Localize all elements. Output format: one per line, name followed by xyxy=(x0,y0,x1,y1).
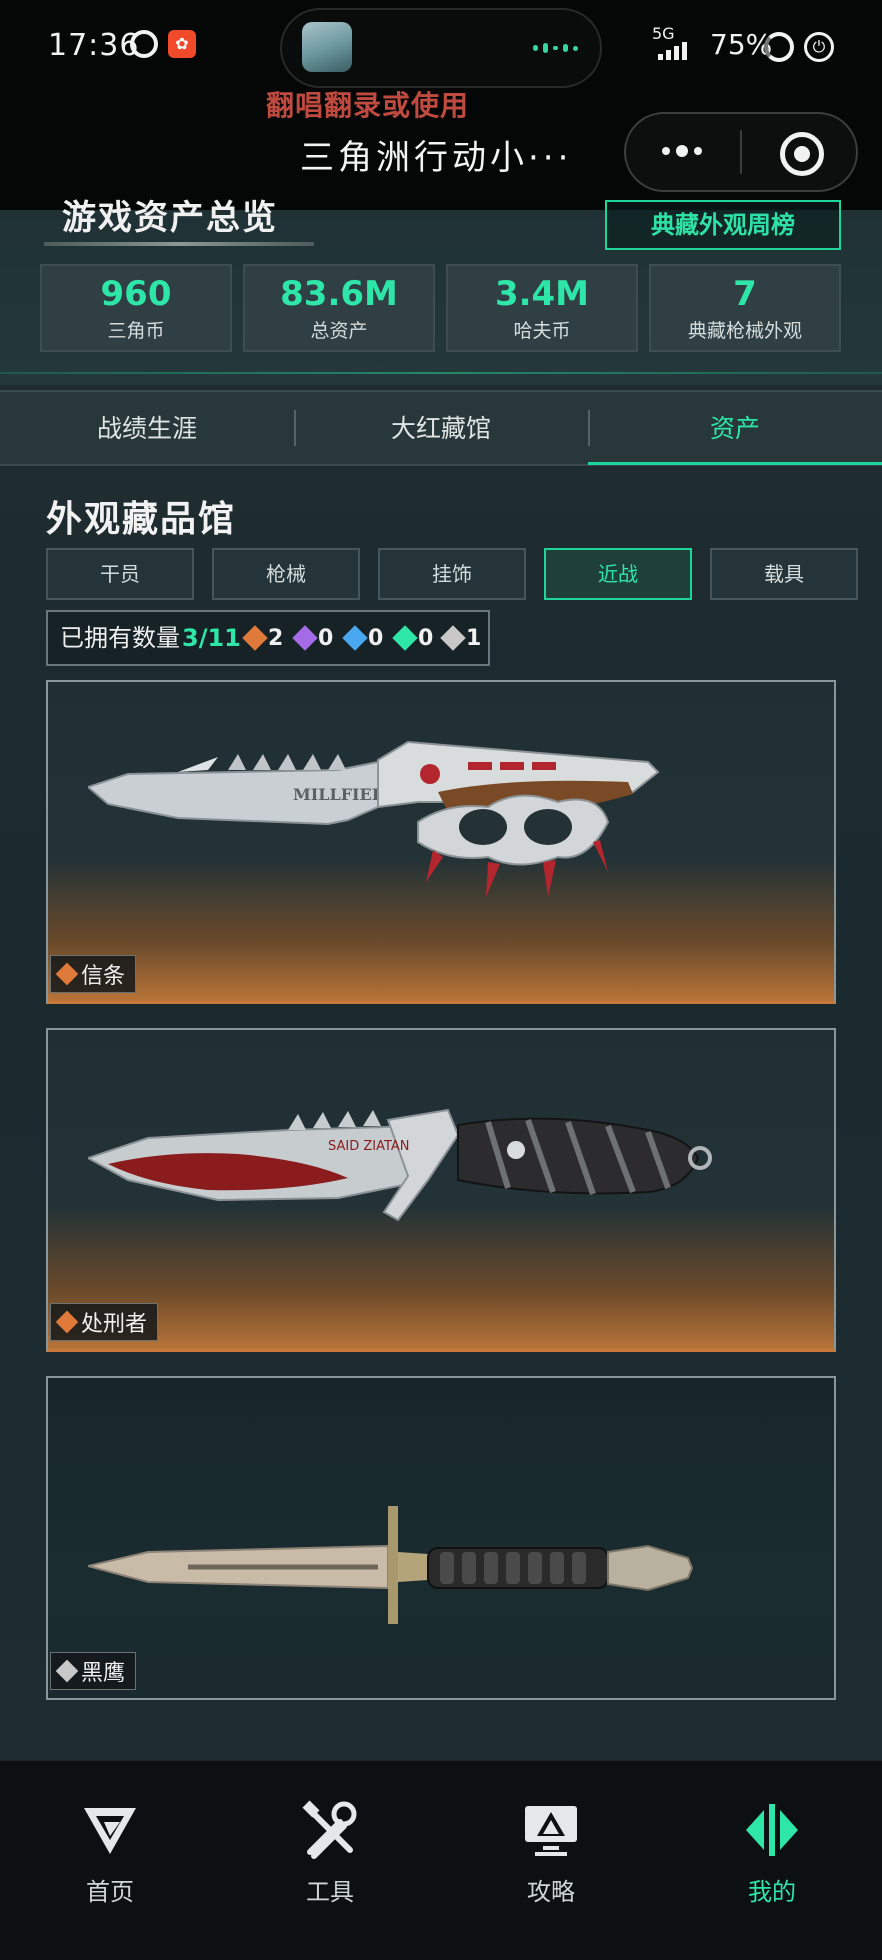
profile-logo-icon xyxy=(746,1804,798,1856)
overview-divider xyxy=(0,372,882,374)
rarity-count: 0 xyxy=(318,625,334,651)
stat-label: 总资产 xyxy=(310,320,368,342)
filter-operators[interactable]: 干员 xyxy=(46,548,194,600)
home-logo-icon xyxy=(84,1808,136,1854)
tab-career[interactable]: 战绩生涯 xyxy=(0,404,294,454)
card-corner xyxy=(48,682,68,702)
overview-title: 游戏资产总览 xyxy=(62,198,278,238)
item-card[interactable]: SAID ZIATAN 处刑者 xyxy=(46,1028,836,1352)
owned-count-label: 已拥有数量 xyxy=(60,624,180,652)
card-corner xyxy=(48,1378,68,1398)
rarity-count-purple: 0 xyxy=(292,620,334,656)
item-name: 处刑者 xyxy=(81,1312,148,1337)
floating-lyric-text: 翻唱翻录或使用 xyxy=(266,89,470,122)
nav-tools[interactable]: 工具 xyxy=(220,1780,440,1930)
green-rarity-icon xyxy=(392,625,418,651)
item-card[interactable]: MILLFIELD 信条 xyxy=(46,680,836,1004)
stat-value: 960 xyxy=(100,274,172,314)
netease-music-icon xyxy=(130,30,158,58)
rarity-count-blue: 0 xyxy=(342,620,384,656)
rarity-count: 0 xyxy=(418,625,434,651)
filter-firearms[interactable]: 枪械 xyxy=(212,548,360,600)
item-name-tag: 黑鹰 xyxy=(50,1652,137,1690)
item-card[interactable]: 黑鹰 xyxy=(46,1376,836,1700)
purple-rarity-icon xyxy=(292,625,318,651)
stat-collection-skins: 7 典藏枪械外观 xyxy=(649,264,841,352)
card-corner xyxy=(814,682,834,702)
rarity-count-orange: 2 xyxy=(242,620,284,656)
miniprogram-title: 三角洲行动小··· xyxy=(300,138,573,178)
rarity-count-white: 1 xyxy=(440,620,482,656)
close-miniprogram-icon[interactable] xyxy=(780,132,824,176)
stat-delta-coin: 960 三角币 xyxy=(40,264,232,352)
tab-assets[interactable]: 资产 xyxy=(588,404,882,454)
card-corner xyxy=(814,1378,834,1398)
nav-guide[interactable]: 攻略 xyxy=(441,1780,661,1930)
rarity-count: 1 xyxy=(466,625,482,651)
svg-text:SAID ZIATAN: SAID ZIATAN xyxy=(328,1139,410,1154)
signal-icon xyxy=(658,42,698,60)
item-name-tag: 信条 xyxy=(50,955,137,993)
rarity-count: 0 xyxy=(368,625,384,651)
nav-home[interactable]: 首页 xyxy=(0,1780,220,1930)
status-time: 17:36 xyxy=(48,28,140,63)
nav-label: 工具 xyxy=(306,1878,354,1906)
stat-havoc-coin: 3.4M 哈夫币 xyxy=(446,264,638,352)
title-underline xyxy=(44,242,314,246)
charging-icon: ⏻ xyxy=(804,32,834,62)
item-name: 黑鹰 xyxy=(81,1661,126,1686)
rarity-count-green: 0 xyxy=(392,620,434,656)
white-rarity-icon xyxy=(55,1659,79,1683)
battery-ring-icon xyxy=(764,32,794,62)
filter-vehicles[interactable]: 载具 xyxy=(710,548,858,600)
stat-label: 三角币 xyxy=(107,320,165,342)
knife-creed-image: MILLFIELD xyxy=(88,740,660,897)
orange-rarity-icon xyxy=(242,625,268,651)
stat-label: 典藏枪械外观 xyxy=(687,320,802,342)
card-corner xyxy=(48,1030,68,1050)
stat-value: 83.6M xyxy=(280,274,398,314)
stat-total-assets: 83.6M 总资产 xyxy=(243,264,435,352)
battery-level: 75% xyxy=(710,28,773,61)
orange-rarity-icon xyxy=(55,1310,79,1334)
knife-executioner-image: SAID ZIATAN xyxy=(88,1108,712,1222)
nav-label: 攻略 xyxy=(527,1878,575,1906)
nav-label: 首页 xyxy=(86,1878,134,1906)
stat-value: 7 xyxy=(733,274,757,314)
stat-label: 哈夫币 xyxy=(513,320,571,342)
knife-black-hawk-image xyxy=(88,1506,694,1624)
app-notification-icon: ✿ xyxy=(168,30,196,58)
card-corner xyxy=(814,1030,834,1050)
nav-label: 我的 xyxy=(748,1878,796,1906)
orange-rarity-icon xyxy=(55,962,79,986)
blue-rarity-icon xyxy=(342,625,368,651)
collection-rank-button[interactable]: 典藏外观周榜 xyxy=(605,200,841,250)
audio-wave-icon xyxy=(533,43,579,53)
white-rarity-icon xyxy=(440,625,466,651)
owned-count-value: 3/11 xyxy=(182,624,241,652)
more-options-icon[interactable] xyxy=(656,136,708,166)
item-name-tag: 处刑者 xyxy=(50,1303,159,1341)
now-playing-thumbnail xyxy=(302,22,352,72)
network-type: 5G xyxy=(652,24,675,43)
nav-profile[interactable]: 我的 xyxy=(662,1780,882,1930)
tools-icon xyxy=(302,1800,357,1859)
tab-red-collection[interactable]: 大红藏馆 xyxy=(294,404,588,454)
capsule-divider xyxy=(740,130,742,174)
stat-value: 3.4M xyxy=(494,274,590,314)
rarity-count: 2 xyxy=(268,625,284,651)
item-name: 信条 xyxy=(81,964,126,989)
collection-title: 外观藏品馆 xyxy=(46,499,237,540)
active-tab-indicator xyxy=(588,462,882,465)
filter-melee[interactable]: 近战 xyxy=(544,548,692,600)
filter-charms[interactable]: 挂饰 xyxy=(378,548,526,600)
guide-monitor-icon xyxy=(525,1806,577,1856)
